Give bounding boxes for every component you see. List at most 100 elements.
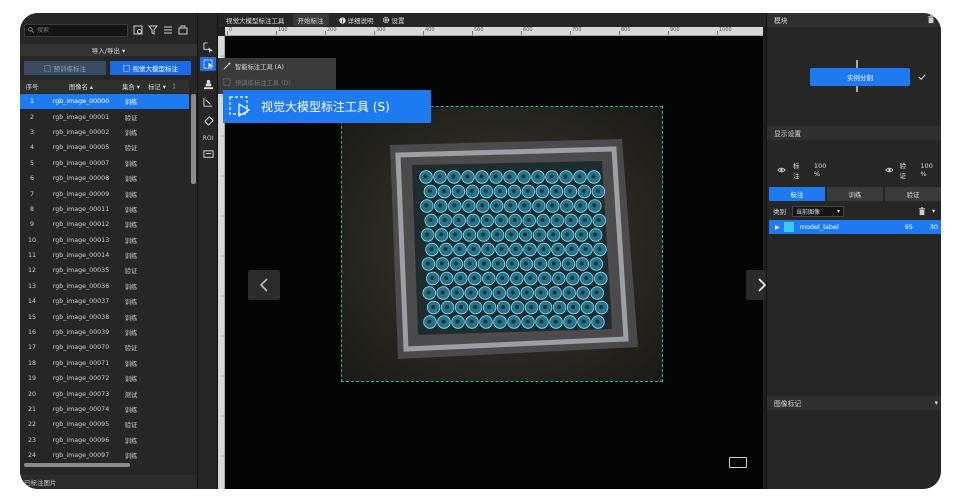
- row-number: 19: [27, 375, 36, 383]
- row-number: 21: [27, 406, 36, 413]
- bottle-cap: [466, 203, 471, 208]
- gear-icon: [382, 16, 389, 24]
- filter-icon[interactable]: [147, 25, 158, 36]
- prev-image-button[interactable]: [248, 270, 280, 300]
- row-number: 7: [29, 190, 34, 198]
- bottle-cap: [567, 319, 572, 324]
- search-input[interactable]: [37, 26, 117, 34]
- table-row[interactable]: 2 rgb_image_00001 验证: [20, 109, 189, 124]
- table-row[interactable]: 12 rgb_image_00035 验证: [20, 263, 189, 278]
- table-row[interactable]: 8 rgb_image_00011 训练: [20, 202, 189, 217]
- expand-arrow-icon[interactable]: ▶: [775, 224, 780, 231]
- table-row[interactable]: 21 rgb_image_00074 训练: [20, 402, 189, 417]
- rect-tool-button[interactable]: [200, 40, 216, 54]
- tab-train[interactable]: 训练: [827, 187, 883, 201]
- table-row[interactable]: 19 rgb_image_00072 训练: [20, 371, 189, 386]
- bottle-cap: [507, 174, 512, 179]
- bottle-cap: [529, 305, 534, 309]
- gallery-view-icon[interactable]: [177, 25, 188, 36]
- table-row[interactable]: 14 rgb_image_00037 训练: [20, 294, 189, 309]
- settings-button[interactable]: 设置: [382, 15, 405, 25]
- chevron-down-icon[interactable]: ▾: [932, 207, 935, 215]
- table-row[interactable]: 11 rgb_image_00014 训练: [20, 248, 189, 263]
- col-header-set[interactable]: 集合 ▾: [118, 82, 144, 91]
- table-row[interactable]: 15 rgb_image_00038 训练: [20, 309, 189, 324]
- table-row[interactable]: 3 rgb_image_00002 训练: [20, 125, 189, 140]
- category-select[interactable]: 当前图像 ▾: [792, 205, 844, 217]
- import-export-button[interactable]: 导入/导出 ▾: [20, 44, 197, 56]
- table-row[interactable]: 6 rgb_image_00008 训练: [20, 171, 189, 186]
- row-set: 训练: [124, 330, 138, 338]
- vlm-tool-icon: [229, 95, 251, 117]
- eraser-tool-button[interactable]: [200, 113, 216, 127]
- row-set: 训练: [124, 253, 138, 261]
- roi-tool-button[interactable]: ROI: [200, 131, 216, 145]
- image-filter-icon[interactable]: [132, 25, 143, 36]
- pretrain-mode-button[interactable]: 预训练标注: [24, 61, 106, 75]
- eye-icon[interactable]: [777, 167, 786, 173]
- trash-icon[interactable]: [918, 206, 926, 216]
- table-row[interactable]: 1 rgb_image_00000 训练: [20, 94, 189, 110]
- menu-item-smart-label: 智能标注工具 (A): [235, 63, 285, 71]
- table-row[interactable]: 23 rgb_image_00096 训练: [20, 433, 189, 448]
- polygon-tool-button[interactable]: [200, 95, 216, 109]
- table-row[interactable]: 10 rgb_image_00013 训练: [20, 233, 189, 248]
- import-export-label: 导入/导出 ▾: [91, 47, 126, 55]
- table-row[interactable]: 18 rgb_image_00071 训练: [20, 356, 189, 371]
- col-header-no[interactable]: 序号: [20, 82, 44, 91]
- table-row[interactable]: 5 rgb_image_00007 训练: [20, 156, 189, 171]
- row-image-name: rgb_image_00008: [52, 175, 110, 183]
- menu-item-smart-tool[interactable]: 智能标注工具 (A): [218, 58, 336, 74]
- bottle-cap: [494, 203, 499, 208]
- row-set: 训练: [124, 160, 138, 168]
- pretrain-tool-icon: [223, 78, 231, 86]
- table-row[interactable]: 20 rgb_image_00073 测试: [20, 386, 189, 401]
- row-set: 验证: [124, 145, 138, 153]
- trash-icon[interactable]: [927, 15, 935, 24]
- bottle-cap: [539, 189, 544, 193]
- instance-segmentation-module[interactable]: 实例分割: [810, 68, 910, 86]
- bottle-cap: [540, 218, 545, 222]
- search-row: [24, 23, 195, 37]
- label-item[interactable]: ▶ model_label 95 30: [769, 220, 941, 234]
- image-frame[interactable]: [341, 106, 663, 382]
- table-row[interactable]: 4 rgb_image_00005 验证: [20, 140, 189, 155]
- list-tool-button[interactable]: [200, 147, 216, 161]
- table-row[interactable]: 13 rgb_image_00036 训练: [20, 279, 189, 294]
- table-row[interactable]: 17 rgb_image_00070 验证: [20, 340, 189, 355]
- bottle-cap: [523, 232, 528, 237]
- table-row[interactable]: 22 rgb_image_00095 验证: [20, 417, 189, 432]
- keyboard-icon[interactable]: [729, 457, 747, 468]
- bottle-cap: [566, 290, 571, 295]
- search-box[interactable]: [24, 23, 128, 37]
- start-annotate-button[interactable]: 开始标注: [292, 14, 329, 26]
- horizontal-scrollbar[interactable]: [24, 463, 130, 467]
- table-row[interactable]: 16 rgb_image_00039 训练: [20, 325, 189, 340]
- tab-annotate[interactable]: 标注: [769, 187, 825, 201]
- eye-icon[interactable]: [884, 167, 894, 173]
- chevron-down-icon[interactable]: ▾: [935, 399, 938, 407]
- bottle-cap: [511, 189, 516, 193]
- bottle-cap: [511, 319, 516, 324]
- list-view-icon[interactable]: [162, 25, 173, 36]
- help-button[interactable]: 详细说明: [338, 15, 374, 25]
- col-header-mark[interactable]: 标记 ▾: [144, 82, 170, 91]
- table-row[interactable]: 24 rgb_image_00097 训练: [20, 448, 189, 459]
- vlm-tool-button[interactable]: [200, 57, 216, 71]
- bottle-cap: [578, 203, 583, 208]
- tab-verify[interactable]: 验证: [885, 187, 941, 201]
- bottle-cap: [514, 276, 519, 280]
- display-label-opacity[interactable]: 100 %: [814, 162, 835, 178]
- vlm-mode-button[interactable]: 视觉大模型标注: [109, 61, 191, 75]
- menu-item-pretrain-tool[interactable]: 预训练标注工具 (D): [218, 74, 336, 90]
- stamp-tool-button[interactable]: [200, 77, 216, 91]
- table-row[interactable]: 9 rgb_image_00012 训练: [20, 217, 189, 232]
- vertical-scrollbar[interactable]: [191, 94, 196, 184]
- label-color-swatch[interactable]: [783, 222, 794, 232]
- bottle-cap: [567, 189, 572, 193]
- bottle-cap: [484, 218, 489, 222]
- col-header-name[interactable]: 图像名 ▴: [44, 82, 118, 91]
- ruler-tick-mark: [668, 31, 669, 35]
- display-verify-opacity[interactable]: 100 %: [920, 162, 941, 178]
- table-row[interactable]: 7 rgb_image_00009 训练: [20, 186, 189, 201]
